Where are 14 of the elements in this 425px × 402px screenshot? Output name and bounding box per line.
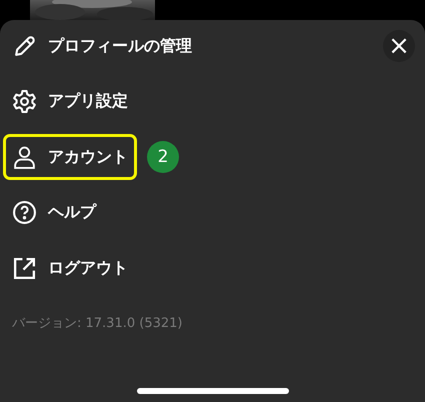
pencil-icon	[12, 34, 37, 58]
close-button[interactable]: ×	[383, 30, 415, 62]
home-indicator[interactable]	[137, 388, 289, 394]
settings-icon	[12, 89, 37, 114]
step-badge: 2	[147, 141, 179, 173]
menu-item[interactable]: ヘルプ	[3, 190, 105, 236]
menu-item[interactable]: アプリ設定	[3, 78, 137, 124]
external-link-icon	[12, 256, 37, 280]
menu-item[interactable]: アカウント	[3, 134, 137, 180]
help-icon	[12, 200, 37, 225]
menu-item[interactable]: ログアウト	[3, 245, 137, 291]
person-icon	[12, 144, 37, 170]
menu-item[interactable]: プロフィールの管理	[3, 23, 201, 69]
version-text: バージョン: 17.31.0 (5321)	[12, 314, 184, 332]
